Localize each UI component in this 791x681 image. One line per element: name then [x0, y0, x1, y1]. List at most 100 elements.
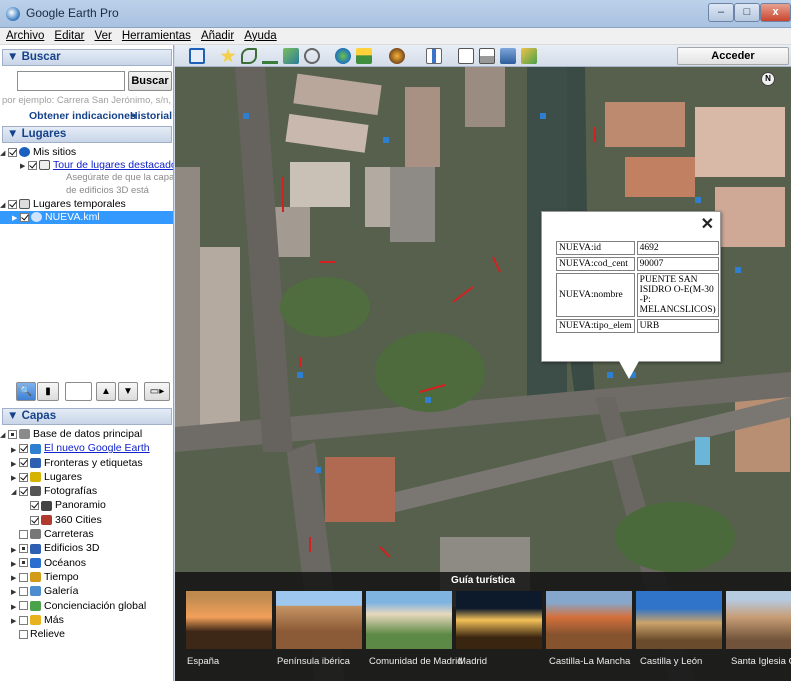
expand-arrow-icon[interactable]: ▶: [11, 458, 19, 468]
search-places-icon[interactable]: 🔍: [16, 382, 36, 401]
collapse-arrow-icon[interactable]: ◢: [0, 429, 8, 439]
expand-arrow-icon[interactable]: [11, 529, 19, 539]
tour-card-image[interactable]: [726, 591, 791, 649]
tour-card-label[interactable]: Península ibérica: [277, 656, 350, 667]
checkbox[interactable]: [19, 615, 28, 625]
menu-archivo[interactable]: Archivo: [6, 28, 44, 42]
view-in-maps-icon[interactable]: [521, 48, 537, 64]
checkbox[interactable]: [19, 444, 28, 454]
menu-anadir[interactable]: Añadir: [201, 28, 234, 42]
tour-card-image[interactable]: [366, 591, 452, 649]
expand-arrow-icon[interactable]: ▶: [11, 615, 19, 625]
layer-row[interactable]: ▶ Fronteras y etiquetas: [0, 457, 173, 471]
move-up-icon[interactable]: ▲: [96, 382, 116, 401]
tour-card-label[interactable]: Castilla-La Mancha: [549, 656, 630, 667]
collapse-arrow-icon[interactable]: ◢: [0, 147, 8, 157]
tour-card-label[interactable]: España: [187, 656, 219, 667]
ruler-icon[interactable]: [426, 48, 442, 64]
layer-row[interactable]: Panoramio: [0, 499, 173, 513]
places-filter-field[interactable]: [65, 382, 92, 401]
move-down-icon[interactable]: ▼: [118, 382, 138, 401]
tour-card-image[interactable]: [636, 591, 722, 649]
expand-arrow-icon[interactable]: [11, 629, 19, 639]
add-path-icon[interactable]: [262, 48, 278, 64]
get-directions-link[interactable]: Obtener indicaciones: [29, 110, 136, 122]
history-link[interactable]: Historial: [130, 110, 172, 122]
add-overlay-icon[interactable]: [283, 48, 299, 64]
layer-row[interactable]: Relieve: [0, 628, 173, 642]
maximize-button[interactable]: □: [734, 3, 760, 22]
checkbox[interactable]: [8, 199, 17, 209]
search-input[interactable]: [17, 71, 125, 91]
tour-card-image[interactable]: [456, 591, 542, 649]
layer-row[interactable]: ▶ Edificios 3D: [0, 542, 173, 556]
expand-arrow-icon[interactable]: ▶: [12, 212, 20, 222]
checkbox[interactable]: [19, 558, 28, 568]
layer-row[interactable]: ◢ Base de datos principal: [0, 428, 173, 442]
expand-arrow-icon[interactable]: ▶: [11, 544, 19, 554]
places-panel-header[interactable]: ▼ Lugares: [2, 126, 172, 143]
expand-arrow-icon[interactable]: ▶: [11, 472, 19, 482]
close-balloon-button[interactable]: ✕: [701, 214, 714, 234]
checkbox[interactable]: [28, 160, 37, 170]
checkbox[interactable]: [19, 458, 28, 468]
compass-north-icon[interactable]: N: [761, 72, 775, 86]
menu-editar[interactable]: Editar: [54, 28, 84, 42]
expand-arrow-icon[interactable]: [22, 501, 30, 511]
layer-row[interactable]: 360 Cities: [0, 514, 173, 528]
expand-arrow-icon[interactable]: ▶: [11, 558, 19, 568]
expand-arrow-icon[interactable]: ▶: [20, 160, 28, 170]
new-folder-icon[interactable]: ▭▸: [144, 382, 170, 401]
menu-ayuda[interactable]: Ayuda: [244, 28, 276, 42]
checkbox[interactable]: [30, 515, 39, 525]
collapse-arrow-icon[interactable]: ◢: [11, 486, 19, 496]
checkbox[interactable]: [8, 147, 17, 157]
sign-in-button[interactable]: Acceder: [677, 47, 789, 65]
checkbox[interactable]: [19, 601, 28, 611]
expand-arrow-icon[interactable]: ▶: [11, 444, 19, 454]
close-window-button[interactable]: x: [760, 3, 791, 22]
checkbox[interactable]: [19, 529, 28, 539]
expand-arrow-icon[interactable]: [22, 515, 30, 525]
tour-card-image[interactable]: [546, 591, 632, 649]
checkbox[interactable]: [19, 544, 28, 554]
layer-row[interactable]: ▶ Océanos: [0, 557, 173, 571]
layer-row[interactable]: ▶ El nuevo Google Earth: [0, 442, 173, 456]
print-icon[interactable]: [479, 48, 495, 64]
tour-card-image[interactable]: [186, 591, 272, 649]
tree-row-temp-places[interactable]: ◢ Lugares temporales: [0, 198, 173, 211]
search-button[interactable]: Buscar: [128, 71, 172, 91]
checkbox[interactable]: [19, 572, 28, 582]
layer-row[interactable]: ◢ Fotografías: [0, 485, 173, 499]
layer-row[interactable]: ▶ Lugares: [0, 471, 173, 485]
collapse-arrow-icon[interactable]: ◢: [0, 199, 8, 209]
checkbox[interactable]: [19, 486, 28, 496]
layer-row[interactable]: ▶ Tiempo: [0, 571, 173, 585]
checkbox[interactable]: [20, 212, 29, 222]
expand-arrow-icon[interactable]: ▶: [11, 601, 19, 611]
tree-row-my-places[interactable]: ◢ Mis sitios: [0, 146, 173, 159]
panel-toggle-icon[interactable]: ▮: [37, 382, 59, 401]
tree-row-kml[interactable]: ▶ NUEVA.kml: [0, 211, 173, 224]
tree-row-tour[interactable]: ▶ Tour de lugares destacados: [0, 159, 173, 172]
tour-card-label[interactable]: Santa Iglesia Ca: [731, 656, 791, 667]
record-tour-icon[interactable]: [304, 48, 320, 64]
expand-arrow-icon[interactable]: ▶: [11, 572, 19, 582]
sidebar-toggle-icon[interactable]: [189, 48, 205, 64]
layer-row[interactable]: ▶ Más: [0, 614, 173, 628]
menu-ver[interactable]: Ver: [95, 28, 112, 42]
layer-row[interactable]: ▶ Concienciación global: [0, 600, 173, 614]
email-icon[interactable]: [458, 48, 474, 64]
checkbox[interactable]: [8, 429, 17, 439]
layer-row[interactable]: Carreteras: [0, 528, 173, 542]
sunlight-icon[interactable]: [356, 48, 372, 64]
layer-row[interactable]: ▶ Galería: [0, 585, 173, 599]
historical-imagery-icon[interactable]: [335, 48, 351, 64]
checkbox[interactable]: [19, 472, 28, 482]
tour-card-label[interactable]: Castilla y León: [640, 656, 702, 667]
checkbox[interactable]: [19, 586, 28, 596]
tour-card-label[interactable]: Madrid: [458, 656, 487, 667]
checkbox[interactable]: [30, 501, 39, 511]
save-image-icon[interactable]: [500, 48, 516, 64]
menu-herramientas[interactable]: Herramientas: [122, 28, 191, 42]
